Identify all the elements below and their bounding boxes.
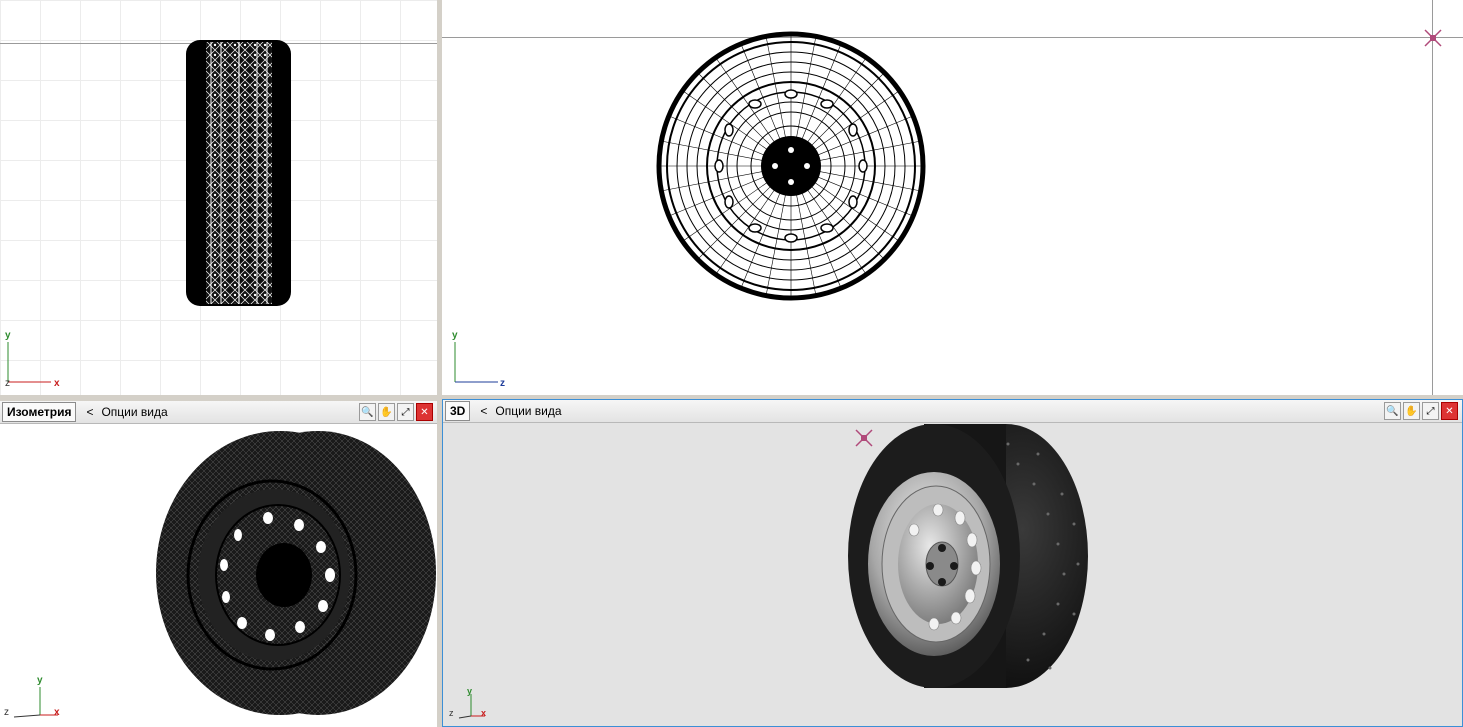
- horizon-line: [442, 37, 1463, 38]
- vertical-guide-line: [1432, 0, 1433, 395]
- viewport-toolbar: Изометрия < Опции вида 🔍 ✋ ⤢ ✕: [0, 401, 437, 424]
- viewport-buttons: 🔍 ✋ ⤢ ✕: [359, 403, 433, 421]
- view-options-label: Опции вида: [101, 405, 168, 419]
- close-view-icon[interactable]: ✕: [1441, 402, 1458, 420]
- viewport-title[interactable]: 3D: [445, 401, 471, 421]
- wheel-3d-render: [848, 424, 1088, 688]
- pan-hand-icon[interactable]: ✋: [1403, 402, 1420, 420]
- axis-z-label: z: [449, 708, 454, 718]
- axis-gizmo: [458, 694, 485, 719]
- front-viewport[interactable]: y x z: [0, 0, 437, 395]
- options-arrow-icon: <: [480, 404, 488, 418]
- view-options-menu[interactable]: < Опции вида: [480, 404, 561, 418]
- origin-marker-icon: [1424, 29, 1442, 47]
- isometric-viewport[interactable]: Изометрия < Опции вида 🔍 ✋ ⤢ ✕ y x z: [0, 401, 437, 727]
- axis-y-label: y: [37, 675, 43, 686]
- view-options-label: Опции вида: [495, 404, 562, 418]
- viewport-title[interactable]: Изометрия: [2, 402, 77, 422]
- viewport-buttons: 🔍 ✋ ⤢ ✕: [1384, 402, 1458, 420]
- render-3d-viewport[interactable]: 3D < Опции вида 🔍 ✋ ⤢ ✕ y x z: [442, 399, 1463, 727]
- fit-view-icon[interactable]: ⤢: [1422, 402, 1439, 420]
- axis-x-label: x: [54, 378, 60, 389]
- zoom-icon[interactable]: 🔍: [359, 403, 376, 421]
- view-options-menu[interactable]: < Опции вида: [86, 405, 167, 419]
- axis-z-label: z: [5, 378, 10, 389]
- axis-y-label: y: [467, 686, 473, 696]
- axis-y-label: y: [5, 330, 11, 341]
- options-arrow-icon: <: [86, 405, 94, 419]
- wheel-side-wireframe: [656, 31, 926, 301]
- axis-x-label: x: [54, 707, 60, 718]
- viewport-toolbar: 3D < Опции вида 🔍 ✋ ⤢ ✕: [443, 400, 1462, 423]
- axis-z-label: z: [4, 707, 9, 718]
- axis-z-label: z: [500, 378, 505, 389]
- pan-hand-icon[interactable]: ✋: [378, 403, 395, 421]
- zoom-icon[interactable]: 🔍: [1384, 402, 1401, 420]
- side-viewport[interactable]: y z: [442, 0, 1463, 395]
- tire-front-wireframe: [186, 40, 291, 306]
- close-view-icon[interactable]: ✕: [416, 403, 433, 421]
- axis-x-label: x: [481, 708, 487, 718]
- axis-y-label: y: [452, 330, 458, 341]
- fit-view-icon[interactable]: ⤢: [397, 403, 414, 421]
